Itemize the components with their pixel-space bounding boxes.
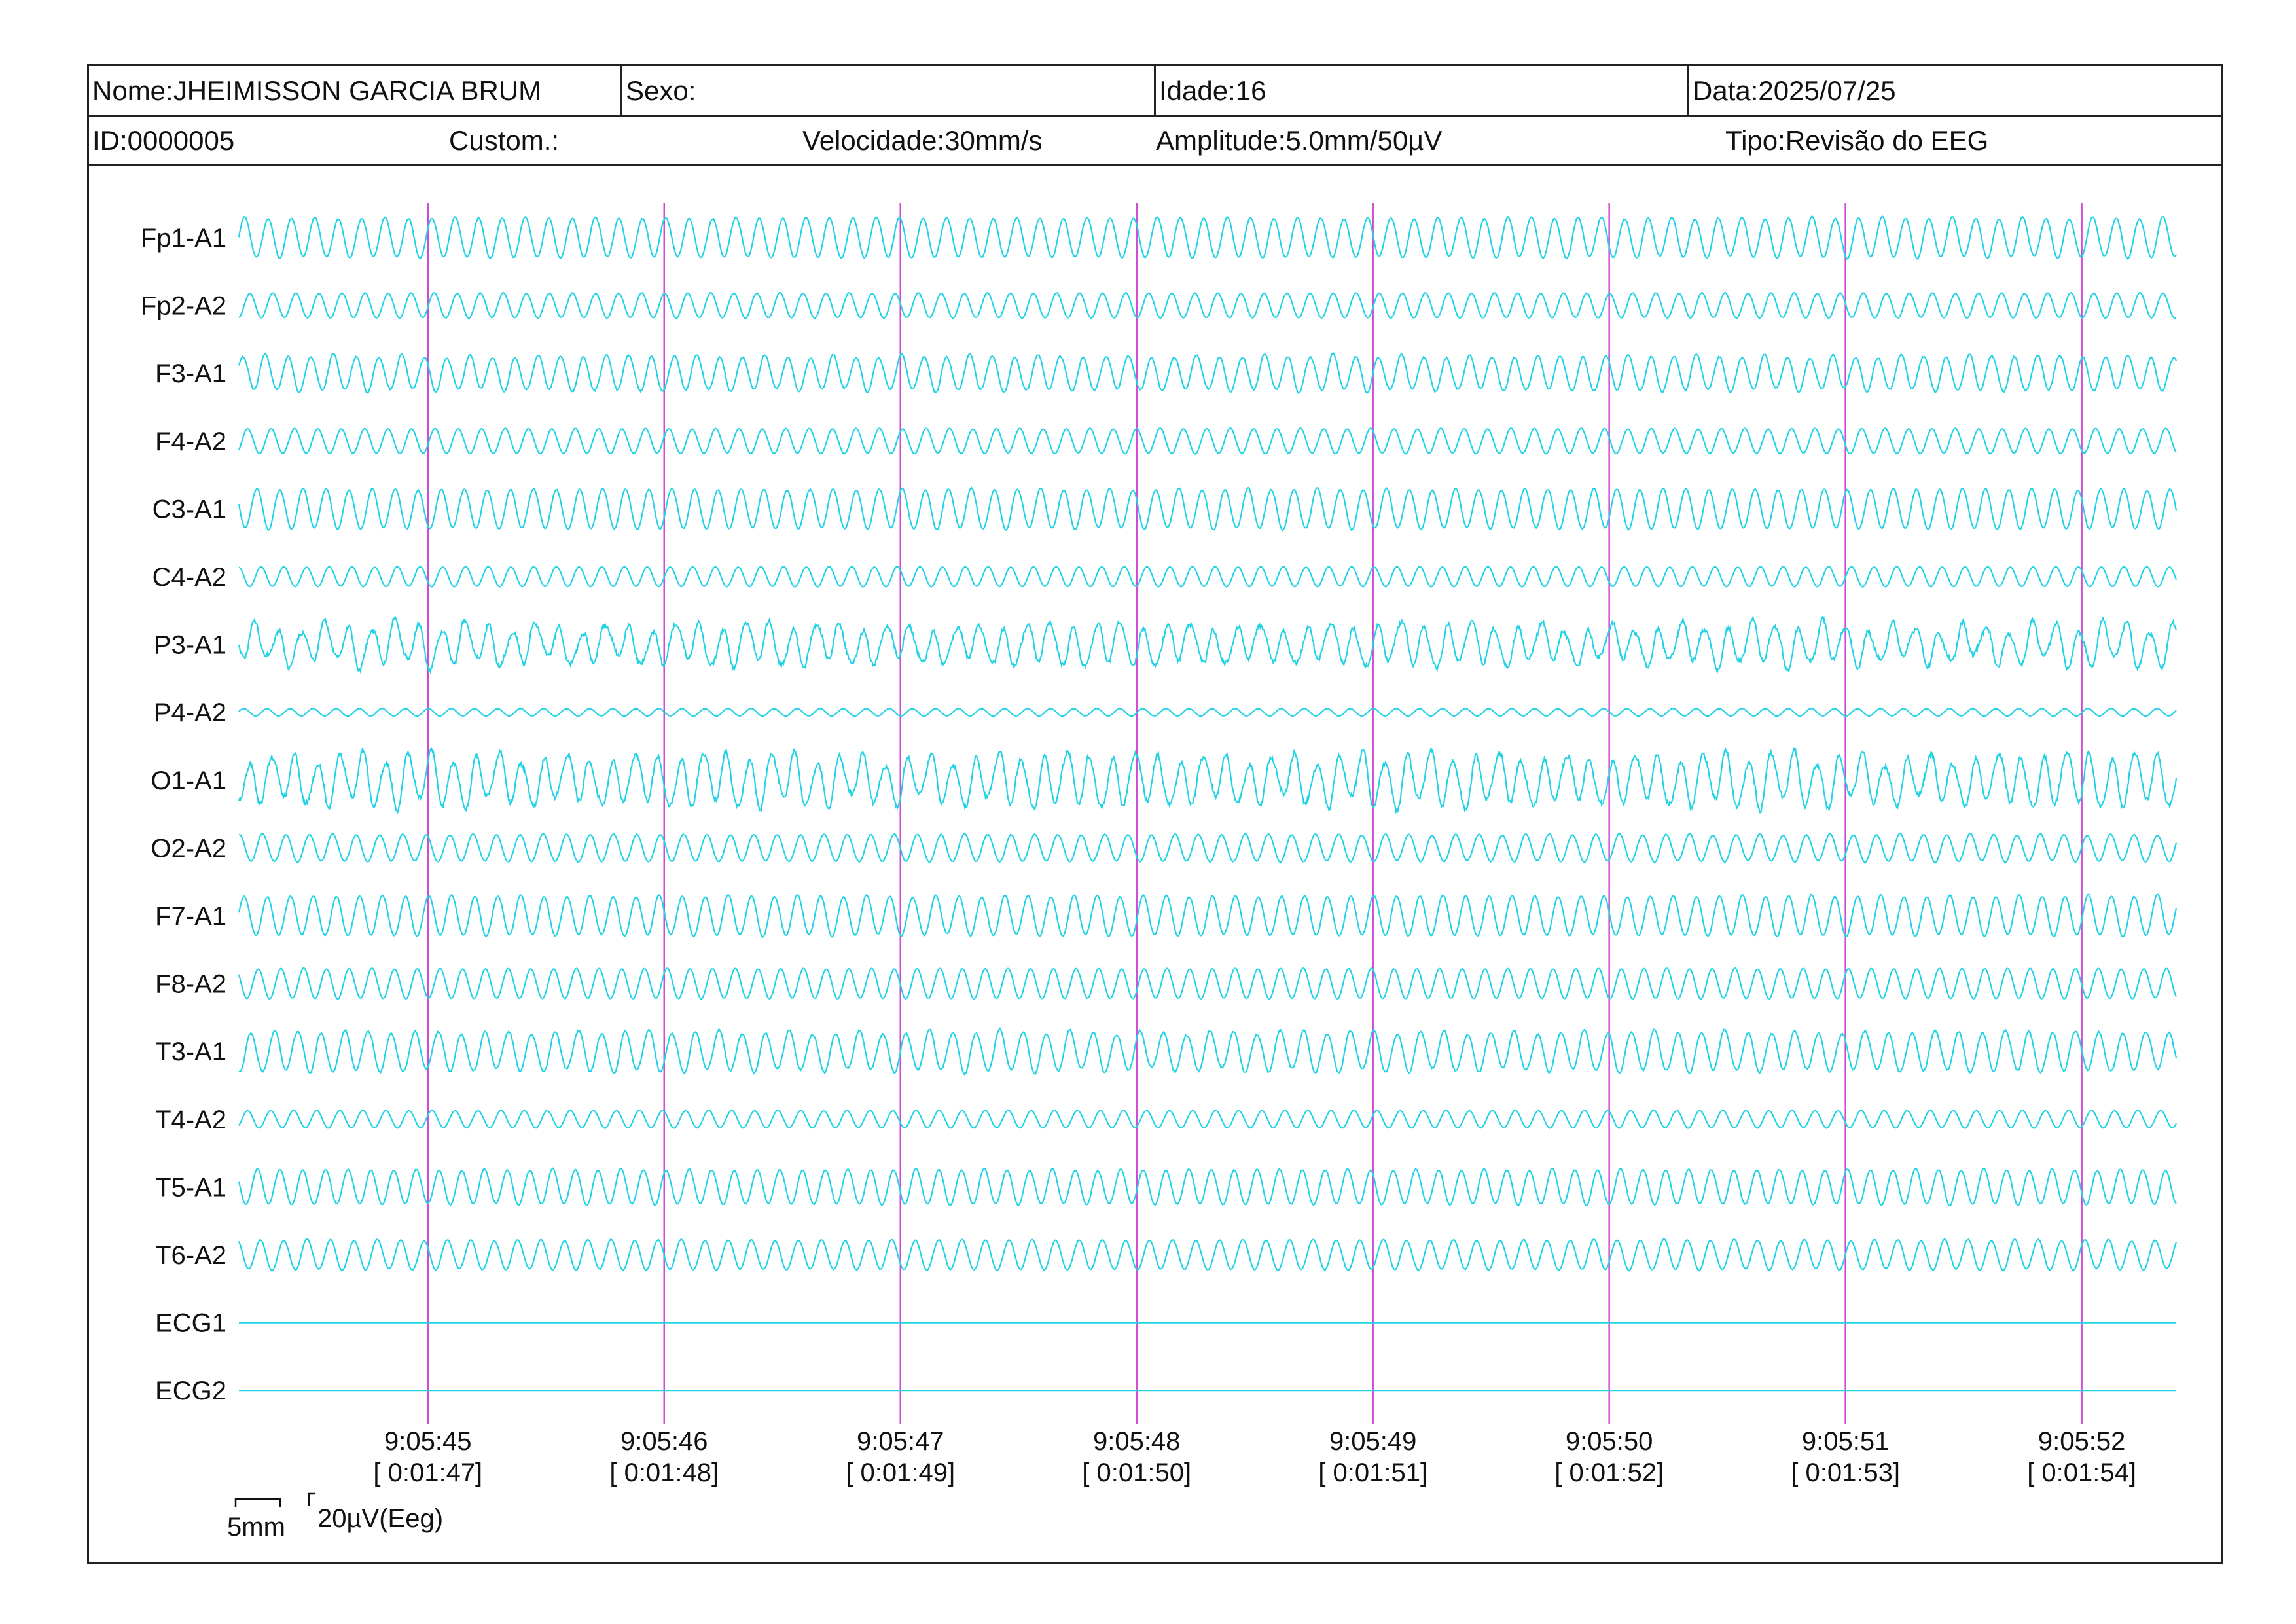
channel-trace (238, 1238, 2178, 1272)
time-marker-clock: 9:05:52 (2038, 1427, 2125, 1456)
channel-trace (238, 832, 2178, 864)
channel-trace (238, 708, 2177, 717)
channel-label: T6-A2 (155, 1241, 226, 1270)
channel-trace (238, 893, 2178, 939)
time-marker-clock: 9:05:48 (1093, 1427, 1180, 1456)
channel-trace (238, 967, 2177, 1000)
channel-trace (238, 215, 2177, 261)
channel-trace (238, 486, 2178, 532)
time-marker-elapsed: [ 0:01:51] (1318, 1458, 1427, 1487)
time-marker-clock: 9:05:50 (1566, 1427, 1653, 1456)
channel-label: T3-A1 (155, 1038, 226, 1066)
channel-label: C3-A1 (152, 495, 226, 524)
channel-trace (238, 566, 2178, 588)
time-marker-elapsed: [ 0:01:53] (1791, 1458, 1900, 1487)
time-marker-clock: 9:05:45 (384, 1427, 471, 1456)
channel-label: O1-A1 (151, 767, 226, 795)
channel-trace (238, 352, 2178, 395)
channel-label: P4-A2 (154, 698, 226, 727)
channel-trace (238, 427, 2177, 455)
channel-label: T4-A2 (155, 1106, 226, 1134)
channel-label: F8-A2 (155, 970, 226, 999)
channel-label: F4-A2 (155, 427, 226, 456)
time-marker-elapsed: [ 0:01:52] (1554, 1458, 1664, 1487)
time-marker-clock: 9:05:46 (620, 1427, 708, 1456)
time-marker-elapsed: [ 0:01:50] (1082, 1458, 1191, 1487)
channel-label: ECG1 (155, 1309, 226, 1338)
scale-amplitude-label: 20µV(Eeg) (317, 1504, 443, 1533)
channel-label: Fp2-A2 (141, 292, 226, 321)
channel-label: O2-A2 (151, 834, 226, 863)
channel-trace (238, 746, 2178, 815)
channel-label: C4-A2 (152, 563, 226, 592)
scale-time-bracket (234, 1498, 281, 1507)
time-marker-clock: 9:05:49 (1329, 1427, 1416, 1456)
channel-trace (238, 291, 2177, 319)
time-marker-elapsed: [ 0:01:49] (846, 1458, 955, 1487)
time-marker-clock: 9:05:51 (1802, 1427, 1889, 1456)
eeg-chart: 9:05:45[ 0:01:47] 9:05:46[ 0:01:48] 9:05:4… (141, 203, 2178, 1542)
channel-label: F3-A1 (155, 359, 226, 388)
time-marker-elapsed: [ 0:01:47] (373, 1458, 482, 1487)
channel-label: ECG2 (155, 1377, 226, 1405)
channel-label: Fp1-A1 (141, 224, 226, 253)
channel-trace (238, 1167, 2177, 1207)
channel-label: P3-A1 (154, 631, 226, 660)
channel-label: F7-A1 (155, 902, 226, 931)
scale-amplitude-bracket (308, 1492, 315, 1506)
channel-trace (238, 1109, 2177, 1129)
channel-trace (238, 1027, 2178, 1077)
scale-time-label: 5mm (227, 1513, 285, 1542)
time-marker-elapsed: [ 0:01:48] (609, 1458, 719, 1487)
channel-label: T5-A1 (155, 1173, 226, 1202)
channel-trace (238, 615, 2178, 675)
time-marker-clock: 9:05:47 (857, 1427, 944, 1456)
time-marker-elapsed: [ 0:01:54] (2027, 1458, 2136, 1487)
